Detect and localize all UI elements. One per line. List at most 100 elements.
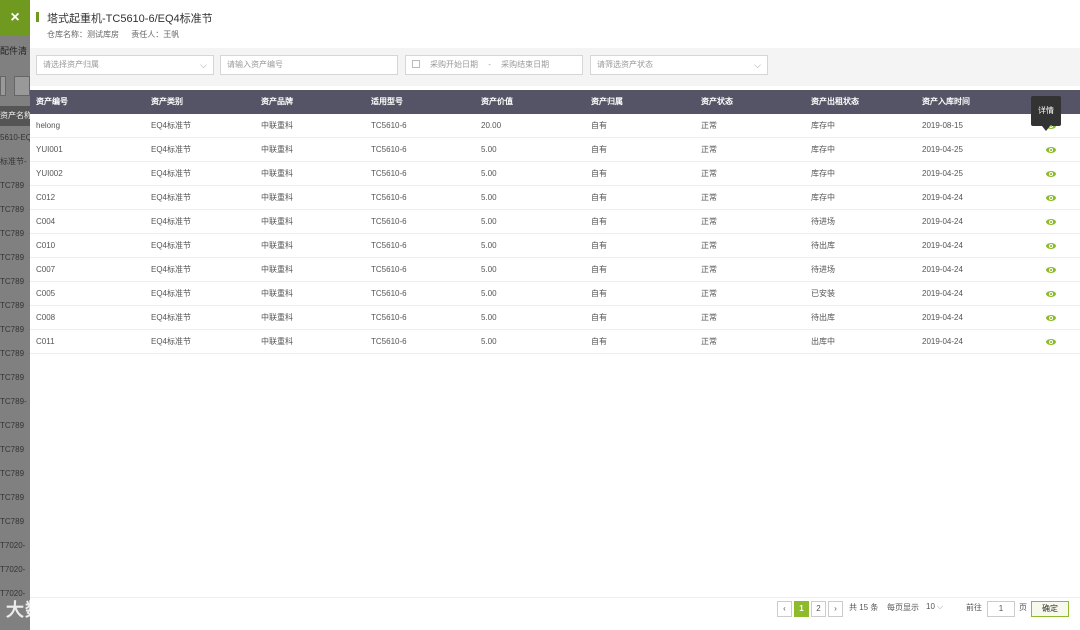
eye-icon	[1046, 291, 1056, 297]
background-list-item: T7020-	[0, 565, 26, 574]
table-cell: 2019-04-24	[922, 289, 963, 298]
table-cell: helong	[36, 121, 61, 130]
confirm-button[interactable]: 确定	[1031, 601, 1069, 617]
goto-page-input[interactable]: 1	[987, 601, 1015, 617]
background-list-item: TC789	[0, 469, 25, 478]
table-cell: 5.00	[481, 193, 497, 202]
table-cell: TC5610-6	[371, 289, 407, 298]
page-button-1[interactable]: 1	[794, 601, 809, 617]
asset-no-input[interactable]: 请输入资产编号	[220, 55, 398, 75]
per-page-select[interactable]: 10 ⌵	[926, 602, 943, 612]
table-cell: TC5610-6	[371, 217, 407, 226]
background-list-item: TC789	[0, 277, 25, 286]
table-cell: 中联重科	[261, 217, 293, 226]
table-cell: 5.00	[481, 145, 497, 154]
chevron-down-icon: ⌵	[937, 602, 944, 611]
table-cell: 中联重科	[261, 169, 293, 178]
table-cell: 正常	[701, 121, 717, 130]
table-cell: 中联重科	[261, 193, 293, 202]
table-cell: 正常	[701, 217, 717, 226]
table-cell: TC5610-6	[371, 265, 407, 274]
table-cell: 正常	[701, 337, 717, 346]
purchase-date-range[interactable]: 采购开始日期 - 采购结束日期	[405, 55, 583, 75]
per-page-label: 每页显示	[887, 603, 919, 612]
table-cell: C010	[36, 241, 56, 250]
background-list-item: TC789-	[0, 397, 27, 406]
view-details-button[interactable]	[1046, 138, 1056, 162]
background-list-item: TC789	[0, 181, 25, 190]
table-cell: TC5610-6	[371, 169, 407, 178]
table-cell: EQ4标准节	[151, 313, 192, 322]
view-details-button[interactable]	[1046, 186, 1056, 210]
table-cell: 自有	[591, 121, 607, 130]
dialog-title: 塔式起重机-TC5610-6/EQ4标准节	[47, 13, 213, 25]
table-cell: 自有	[591, 193, 607, 202]
table-cell: 库存中	[811, 169, 835, 178]
background-list-item: TC789	[0, 421, 25, 430]
table-cell: 库存中	[811, 145, 835, 154]
view-details-button[interactable]	[1046, 234, 1056, 258]
table-cell: 正常	[701, 265, 717, 274]
owner-label: 责任人：王帆	[131, 30, 180, 39]
table-cell: 中联重科	[261, 289, 293, 298]
table-cell: 5.00	[481, 265, 497, 274]
background-list-item: TC789	[0, 301, 25, 310]
table-row: C010 EQ4标准节 中联重科 TC5610-6 5.00 自有 正常 待出库 2019-04…	[30, 234, 1080, 258]
attribution-select[interactable]: 请选择资产归属 ⌵	[36, 55, 214, 75]
header-cell: 资产入库时间	[922, 97, 970, 106]
view-details-button[interactable]	[1046, 162, 1056, 186]
close-icon[interactable]: ×	[0, 0, 30, 36]
table-cell: 5.00	[481, 313, 497, 322]
dialog-header: 塔式起重机-TC5610-6/EQ4标准节 仓库名称：测试库房 责任人：王帆	[30, 0, 1080, 48]
status-select-placeholder: 请筛选资产状态	[597, 60, 653, 69]
eye-icon	[1046, 171, 1056, 177]
header-cell: 资产状态	[701, 97, 733, 106]
background-list-header: 资产名称	[0, 106, 30, 126]
filter-bar: 请选择资产归属 ⌵ 请输入资产编号 采购开始日期 - 采购结束日期 请筛选资产状…	[30, 48, 1080, 86]
goto-label: 前往	[966, 603, 982, 612]
table-cell: 正常	[701, 313, 717, 322]
asset-table: 资产编号 资产类别 资产品牌 适用型号 资产价值 资产归属 资产状态 资产出租状…	[30, 90, 1080, 354]
table-row: helong EQ4标准节 中联重科 TC5610-6 20.00 自有 正常 库存中 2019…	[30, 114, 1080, 138]
table-cell: 待出库	[811, 313, 835, 322]
table-cell: EQ4标准节	[151, 217, 192, 226]
table-cell: 正常	[701, 241, 717, 250]
table-cell: 中联重科	[261, 313, 293, 322]
table-cell: 2019-04-24	[922, 337, 963, 346]
table-cell: EQ4标准节	[151, 241, 192, 250]
table-cell: 自有	[591, 169, 607, 178]
view-details-button[interactable]	[1046, 282, 1056, 306]
table-cell: 5.00	[481, 241, 497, 250]
table-cell: 5.00	[481, 169, 497, 178]
asset-detail-dialog: 塔式起重机-TC5610-6/EQ4标准节 仓库名称：测试库房 责任人：王帆 请…	[30, 0, 1080, 630]
table-cell: 自有	[591, 241, 607, 250]
view-details-button[interactable]	[1046, 210, 1056, 234]
table-cell: 已安装	[811, 289, 835, 298]
per-page-value: 10	[926, 602, 935, 611]
eye-icon	[1046, 195, 1056, 201]
table-cell: YUI002	[36, 169, 63, 178]
background-list-item: TC789	[0, 517, 25, 526]
background-list-item: TC789	[0, 205, 25, 214]
table-cell: C012	[36, 193, 56, 202]
prev-page-button[interactable]: ‹	[777, 601, 792, 617]
table-cell: 2019-04-24	[922, 217, 963, 226]
next-page-button[interactable]: ›	[828, 601, 843, 617]
status-select[interactable]: 请筛选资产状态 ⌵	[590, 55, 768, 75]
view-details-button[interactable]	[1046, 330, 1056, 354]
date-start-placeholder: 采购开始日期	[430, 60, 478, 69]
table-cell: 2019-04-24	[922, 265, 963, 274]
background-list-item: 5610-EQ	[0, 133, 30, 142]
table-cell: 正常	[701, 193, 717, 202]
background-list-item: TC789	[0, 349, 25, 358]
table-row: YUI001 EQ4标准节 中联重科 TC5610-6 5.00 自有 正常 库存中 2019-…	[30, 138, 1080, 162]
table-cell: TC5610-6	[371, 241, 407, 250]
view-details-button[interactable]	[1046, 258, 1056, 282]
eye-icon	[1046, 315, 1056, 321]
date-separator: -	[488, 60, 491, 69]
page-button-2[interactable]: 2	[811, 601, 826, 617]
view-details-button[interactable]	[1046, 306, 1056, 330]
table-cell: 5.00	[481, 337, 497, 346]
table-row: C011 EQ4标准节 中联重科 TC5610-6 5.00 自有 正常 出库中 2019-04…	[30, 330, 1080, 354]
table-cell: EQ4标准节	[151, 145, 192, 154]
